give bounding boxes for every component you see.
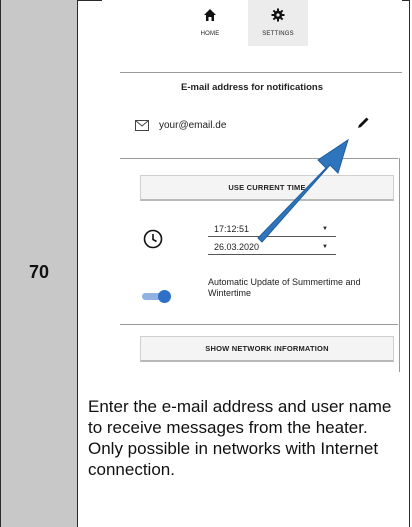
time-value: 17:12:51 bbox=[214, 224, 250, 234]
pencil-icon[interactable] bbox=[356, 116, 370, 130]
nav-tab-home[interactable]: HOME bbox=[180, 8, 240, 52]
dropdown-arrow-icon: ▼ bbox=[322, 226, 328, 232]
clock-icon bbox=[143, 229, 163, 249]
dst-toggle-label: Automatic Update of Summertime and Winte… bbox=[208, 277, 361, 298]
date-select[interactable]: 26.03.2020 ▼ bbox=[208, 240, 336, 255]
time-select[interactable]: 17:12:51 ▼ bbox=[208, 222, 336, 237]
divider bbox=[120, 72, 402, 73]
divider bbox=[120, 158, 398, 159]
step-content: HOME SETTINGS E-mail address for notific… bbox=[78, 0, 409, 527]
mail-icon bbox=[135, 120, 149, 131]
dropdown-arrow-icon: ▼ bbox=[322, 244, 328, 250]
step-number-column: 70 bbox=[1, 0, 78, 527]
divider bbox=[120, 324, 398, 325]
date-value: 26.03.2020 bbox=[214, 242, 260, 252]
top-navigation: HOME SETTINGS bbox=[102, 0, 402, 54]
nav-settings-label: SETTINGS bbox=[262, 31, 294, 37]
use-current-time-button[interactable]: USE CURRENT TIME bbox=[140, 175, 394, 201]
dst-toggle[interactable] bbox=[142, 290, 171, 303]
scrollbar[interactable] bbox=[399, 158, 400, 372]
settings-panel: E-mail address for notifications your@em… bbox=[102, 54, 402, 372]
toggle-knob bbox=[158, 290, 171, 303]
app-screenshot: HOME SETTINGS E-mail address for notific… bbox=[102, 0, 402, 372]
step-description: Enter the e-mail address and user name t… bbox=[88, 397, 392, 479]
show-network-information-button[interactable]: SHOW NETWORK INFORMATION bbox=[140, 336, 394, 362]
home-icon bbox=[204, 9, 216, 21]
gear-icon bbox=[271, 8, 285, 22]
nav-tab-settings[interactable]: SETTINGS bbox=[248, 0, 308, 46]
email-section-title: E-mail address for notifications bbox=[181, 82, 323, 93]
email-field[interactable]: your@email.de bbox=[159, 120, 226, 131]
step-number: 70 bbox=[28, 262, 50, 282]
nav-home-label: HOME bbox=[200, 31, 220, 37]
